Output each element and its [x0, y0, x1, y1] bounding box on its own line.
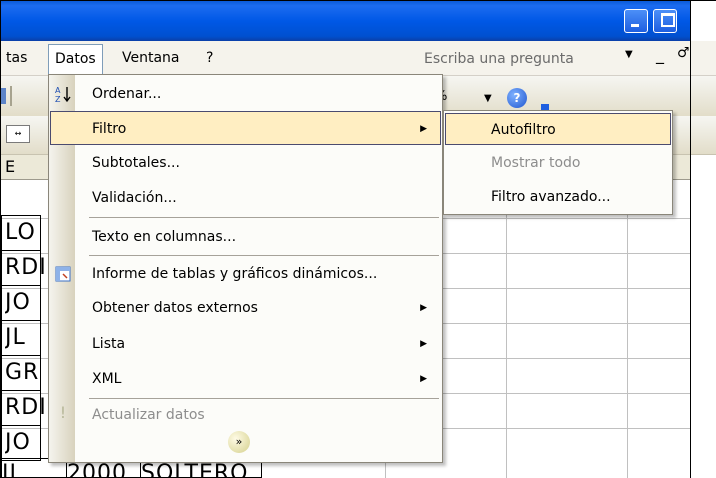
menu-item-lista[interactable]: Lista ▶ — [50, 327, 441, 361]
menu-item-label: Lista — [92, 336, 126, 352]
doc-minimize-icon[interactable]: _ — [656, 45, 664, 64]
cell-text: RDI — [5, 395, 47, 420]
cell-text: RDI — [5, 255, 47, 280]
grid-line — [627, 179, 628, 478]
menu-item-label: Informe de tablas y gráficos dinámicos..… — [92, 266, 378, 282]
svg-text:Z: Z — [55, 95, 61, 103]
menu-separator — [89, 255, 439, 256]
cell[interactable]: JO — [1, 285, 41, 321]
menu-ventana[interactable]: Ventana — [122, 41, 180, 75]
menu-item-obtener-datos[interactable]: Obtener datos externos ▶ — [50, 291, 441, 325]
toolbar-separator — [10, 86, 12, 106]
frame-border — [690, 0, 691, 478]
menu-datos[interactable]: Datos — [48, 44, 103, 76]
cell[interactable]: LO — [1, 215, 41, 251]
cell-text: JO — [5, 430, 31, 455]
grid-line — [506, 179, 507, 478]
cell[interactable]: JO — [1, 425, 41, 461]
ask-dropdown-icon[interactable]: ▼ — [625, 49, 633, 60]
filtro-submenu: Autofiltro Mostrar todo Filtro avanzado.… — [443, 110, 673, 215]
cell-text: JL — [5, 325, 26, 350]
menu-formato[interactable]: tas — [6, 41, 27, 75]
title-bar — [1, 1, 690, 41]
cell-text: LO — [5, 220, 36, 245]
cell-text: 2000 — [67, 461, 127, 478]
menu-item-ordenar[interactable]: AZ Ordenar... — [50, 77, 441, 111]
excel-window: tas Datos Ventana ? Escriba una pregunta… — [0, 0, 716, 478]
menu-item-xml[interactable]: XML ▶ — [50, 362, 441, 396]
cell-text: GR — [5, 360, 40, 385]
menu-item-label: Validación... — [92, 190, 177, 206]
menu-item-validacion[interactable]: Validación... — [50, 181, 441, 215]
menu-item-informe-tablas[interactable]: Informe de tablas y gráficos dinámicos..… — [50, 257, 441, 291]
cell[interactable]: JL — [1, 320, 41, 356]
menu-bar: tas Datos Ventana ? Escriba una pregunta… — [1, 41, 716, 76]
cell[interactable]: GR — [1, 355, 41, 391]
submenu-item-mostrar-todo[interactable]: Mostrar todo — [445, 147, 671, 179]
submenu-item-autofiltro[interactable]: Autofiltro — [445, 113, 671, 145]
frame-border — [0, 0, 716, 1]
menu-help[interactable]: ? — [206, 41, 213, 75]
restore-window-button[interactable] — [653, 9, 677, 33]
menu-item-label: Subtotales... — [92, 155, 180, 171]
menu-item-texto-en-columnas[interactable]: Texto en columnas... — [50, 220, 441, 254]
refresh-icon: ! — [59, 403, 67, 422]
cell[interactable]: RDI — [1, 250, 46, 286]
cell-text: JL — [2, 461, 23, 478]
cell[interactable]: RDI — [1, 390, 46, 426]
menu-item-label: Filtro — [92, 121, 127, 137]
pivot-table-icon — [54, 265, 72, 283]
submenu-item-label: Filtro avanzado... — [491, 189, 611, 205]
merge-cells-icon[interactable]: ↔ — [6, 125, 30, 143]
svg-text:A: A — [55, 86, 61, 95]
submenu-arrow-icon: ▶ — [420, 339, 427, 349]
sort-az-icon: AZ — [54, 85, 72, 104]
expand-menu-chevron-icon[interactable]: » — [228, 431, 250, 453]
cell-text: JO — [5, 290, 31, 315]
ask-question-input[interactable]: Escriba una pregunta — [421, 48, 584, 70]
menu-item-label: Ordenar... — [92, 86, 162, 102]
column-header-e[interactable]: E — [5, 155, 15, 179]
zoom-dropdown-icon[interactable]: ▼ — [484, 93, 492, 104]
menu-datos-label: Datos — [55, 51, 96, 67]
menu-item-label: Obtener datos externos — [92, 300, 258, 316]
cell-text: SOLTERO — [141, 461, 249, 478]
submenu-arrow-icon: ▶ — [420, 303, 427, 313]
frame-border — [0, 0, 1, 478]
menu-item-label: Actualizar datos — [92, 407, 205, 423]
submenu-item-label: Mostrar todo — [491, 155, 581, 171]
submenu-arrow-icon: ▶ — [420, 124, 427, 134]
datos-menu: AZ Ordenar... Filtro ▶ Subtotales... Val… — [48, 74, 443, 463]
menu-item-filtro[interactable]: Filtro ▶ — [50, 111, 441, 145]
menu-item-subtotales[interactable]: Subtotales... — [50, 146, 441, 180]
minimize-window-button[interactable] — [624, 9, 648, 33]
submenu-item-label: Autofiltro — [491, 122, 556, 138]
menu-separator — [89, 217, 439, 218]
menu-item-actualizar-datos[interactable]: ! Actualizar datos — [50, 398, 441, 432]
help-icon[interactable]: ? — [507, 88, 527, 108]
menu-item-label: Texto en columnas... — [92, 229, 237, 245]
doc-restore-icon[interactable]: ♂ — [677, 45, 690, 61]
submenu-arrow-icon: ▶ — [420, 374, 427, 384]
menu-item-label: XML — [92, 371, 122, 387]
submenu-item-filtro-avanzado[interactable]: Filtro avanzado... — [445, 181, 671, 213]
